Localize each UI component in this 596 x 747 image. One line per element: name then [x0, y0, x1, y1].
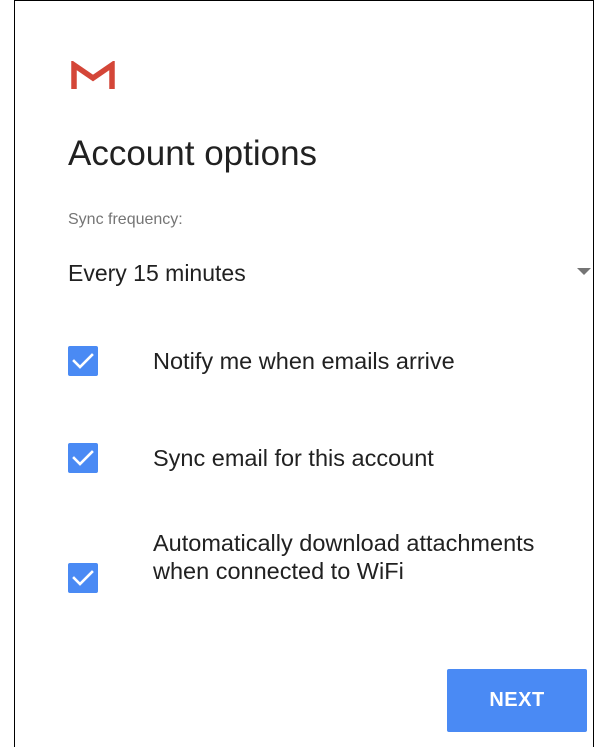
- option-label-auto-download-attachments: Automatically download attachments when …: [153, 530, 535, 584]
- gmail-logo-icon: [71, 61, 115, 89]
- option-label-sync-email: Sync email for this account: [153, 445, 434, 471]
- checkmark-icon: [72, 570, 94, 586]
- checkmark-icon: [72, 450, 94, 466]
- checkbox-notify-emails[interactable]: [68, 346, 98, 376]
- checkbox-auto-download-attachments[interactable]: [68, 563, 98, 593]
- sync-frequency-label: Sync frequency:: [68, 211, 183, 228]
- page-title: Account options: [68, 134, 318, 173]
- option-notify-emails[interactable]: Notify me when emails arrive: [68, 344, 568, 380]
- screen-frame: Account options Sync frequency: Every 15…: [14, 0, 594, 747]
- dropdown-arrow-icon: [577, 268, 591, 275]
- option-label-notify-emails: Notify me when emails arrive: [153, 348, 455, 374]
- checkbox-sync-email[interactable]: [68, 443, 98, 473]
- option-sync-email[interactable]: Sync email for this account: [68, 441, 568, 477]
- option-auto-download-attachments[interactable]: Automatically download attachments when …: [68, 529, 568, 629]
- sync-frequency-value: Every 15 minutes: [68, 260, 246, 286]
- next-button[interactable]: NEXT: [447, 669, 587, 732]
- checkmark-icon: [72, 353, 94, 369]
- sync-frequency-dropdown[interactable]: Every 15 minutes: [68, 251, 596, 295]
